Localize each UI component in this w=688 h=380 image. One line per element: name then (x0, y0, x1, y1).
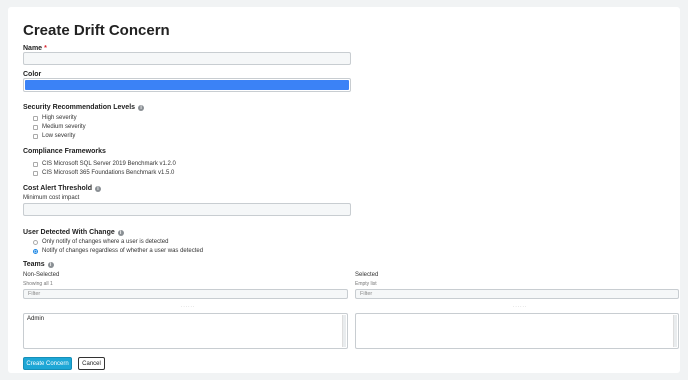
option-label: Notify of changes regardless of whether … (42, 248, 204, 254)
selected-info: Empty list (355, 281, 377, 287)
move-controls[interactable]: ...... (181, 303, 195, 309)
compliance-label: Compliance Frameworks (23, 148, 106, 155)
option-label: Low severity (42, 133, 76, 139)
color-label: Color (23, 71, 42, 78)
cancel-button[interactable]: Cancel (78, 357, 105, 370)
radio-only-user[interactable]: Only notify of changes where a user is d… (33, 239, 168, 245)
non-selected-info: Showing all 1 (23, 281, 53, 287)
checkbox-icon[interactable] (33, 115, 38, 121)
option-label: High severity (42, 115, 77, 121)
checkbox-icon[interactable] (33, 170, 38, 176)
radio-icon[interactable] (33, 248, 38, 254)
user-change-text: User Detected With Change (23, 229, 115, 236)
checkbox-icon[interactable] (33, 133, 38, 139)
checkbox-high-severity[interactable]: High severity (33, 115, 77, 121)
scrollbar[interactable] (673, 315, 677, 347)
info-icon: i (138, 104, 145, 111)
security-levels-text: Security Recommendation Levels (23, 104, 136, 111)
selected-list[interactable] (355, 313, 679, 349)
checkbox-icon[interactable] (33, 124, 38, 130)
option-label: CIS Microsoft 365 Foundations Benchmark … (42, 170, 175, 176)
page-title: Create Drift Concern (23, 22, 170, 39)
teams-label: Teams i (23, 261, 54, 268)
selected-filter-input[interactable]: Filter (355, 289, 679, 299)
cost-sublabel: Minimum cost impact (23, 195, 80, 201)
checkbox-low-severity[interactable]: Low severity (33, 133, 75, 139)
color-picker[interactable] (23, 78, 351, 92)
name-input[interactable] (23, 52, 351, 65)
scrollbar[interactable] (342, 315, 346, 347)
list-item[interactable]: Admin (27, 316, 44, 322)
radio-icon[interactable] (33, 239, 38, 245)
teams-text: Teams (23, 261, 45, 268)
info-icon: i (94, 185, 101, 192)
checkbox-medium-severity[interactable]: Medium severity (33, 124, 86, 130)
required-mark: * (44, 45, 47, 52)
move-controls[interactable]: ...... (513, 303, 527, 309)
non-selected-title: Non-Selected (23, 272, 60, 278)
non-selected-filter-input[interactable]: Filter (23, 289, 348, 299)
cost-threshold-label: Cost Alert Threshold i (23, 185, 101, 192)
selected-title: Selected (355, 272, 379, 278)
radio-regardless[interactable]: Notify of changes regardless of whether … (33, 248, 203, 254)
checkbox-cis-m365[interactable]: CIS Microsoft 365 Foundations Benchmark … (33, 170, 174, 176)
name-label: Name * (23, 45, 47, 52)
option-label: Medium severity (42, 124, 86, 130)
option-label: Only notify of changes where a user is d… (42, 239, 169, 245)
checkbox-icon[interactable] (33, 161, 38, 167)
checkbox-cis-sql-server[interactable]: CIS Microsoft SQL Server 2019 Benchmark … (33, 161, 176, 167)
form-card: Create Drift Concern Name * Color Securi… (8, 7, 680, 373)
info-icon: i (47, 261, 54, 268)
info-icon: i (117, 229, 124, 236)
security-levels-label: Security Recommendation Levels i (23, 104, 145, 111)
user-change-label: User Detected With Change i (23, 229, 124, 236)
non-selected-list[interactable]: Admin (23, 313, 348, 349)
create-concern-button[interactable]: Create Concern (23, 357, 72, 370)
color-swatch (25, 80, 349, 90)
option-label: CIS Microsoft SQL Server 2019 Benchmark … (42, 161, 176, 167)
cost-input[interactable] (23, 203, 351, 216)
cost-threshold-text: Cost Alert Threshold (23, 185, 92, 192)
name-label-text: Name (23, 45, 43, 52)
